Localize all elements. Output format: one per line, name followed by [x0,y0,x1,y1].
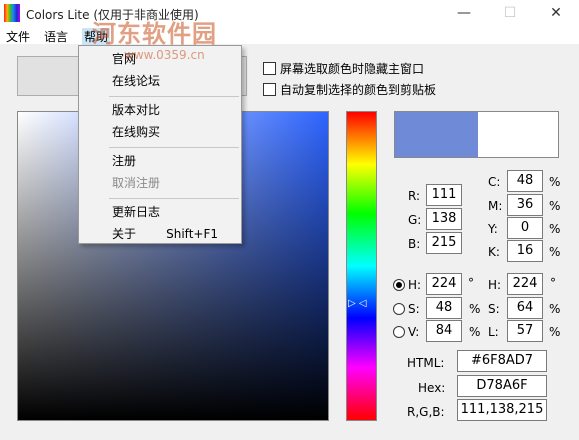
hex-label: Hex: [418,381,446,395]
hsv-s-unit: % [469,302,481,316]
menu-buy-online[interactable]: 在线购买 [80,121,240,143]
hsl-s-field[interactable]: 64 [507,297,543,319]
hue-slider-handle[interactable]: ▷ ◁ [348,298,367,309]
close-button[interactable]: ✕ [533,0,579,26]
c-field[interactable]: 48 [507,170,543,192]
menu-separator [109,198,239,199]
hex-field[interactable]: D78A6F [457,375,547,397]
current-color-swatch [395,112,478,157]
auto-copy-checkbox[interactable] [263,83,276,96]
hsv-v-field[interactable]: 84 [426,320,462,342]
menu-about[interactable]: 关于 Shift+F1 [80,223,240,245]
menu-help[interactable]: 帮助 [82,28,111,45]
menu-unregister: 取消注册 [112,176,161,190]
menu-language[interactable]: 语言 [44,28,68,45]
menu-file[interactable]: 文件 [6,28,30,45]
app-color-icon [4,4,20,22]
b-field[interactable]: 215 [426,232,462,254]
y-field[interactable]: 0 [507,217,543,239]
minimize-button[interactable]: — [441,0,487,26]
k-label: K: [488,245,500,259]
g-label: G: [408,213,422,227]
hsl-s-label: S: [488,302,500,316]
y-unit: % [549,222,561,236]
menu-register[interactable]: 注册 [80,150,240,172]
r-field[interactable]: 111 [426,184,462,206]
menu-about-shortcut: Shift+F1 [166,227,218,241]
m-label: M: [488,199,503,213]
html-field[interactable]: #6F8AD7 [457,350,547,372]
menu-bar: 文件 语言 帮助 [0,26,579,45]
color-preview [394,111,559,158]
hsl-l-unit: % [549,325,561,339]
k-field[interactable]: 16 [507,240,543,262]
hsv-s-radio[interactable] [393,303,405,315]
c-label: C: [488,175,501,189]
help-dropdown-menu: 官网 在线论坛 版本对比 在线购买 注册 取消注册 更新日志 关于 Shift+… [78,45,242,244]
hide-window-checkbox[interactable] [263,62,276,75]
hsv-s-field[interactable]: 48 [426,297,462,319]
hsl-h-label: H: [488,278,502,292]
y-label: Y: [488,222,498,236]
hsv-s-label: S: [408,302,420,316]
hide-window-option[interactable]: 屏幕选取颜色时隐藏主窗口 [263,60,424,78]
menu-version-compare[interactable]: 版本对比 [80,99,240,121]
m-field[interactable]: 36 [507,194,543,216]
hsv-v-radio[interactable] [393,326,405,338]
hsl-h-unit: ° [550,276,556,290]
b-label: B: [408,237,421,251]
rgb-code-label: R,G,B: [407,405,445,419]
hsv-h-unit: ° [468,276,474,290]
auto-copy-option[interactable]: 自动复制选择的颜色到剪贴板 [263,81,436,99]
title-bar: Colors Lite (仅用于非商业使用) — ☐ ✕ [0,0,579,26]
c-unit: % [549,175,561,189]
menu-official-site[interactable]: 官网 [80,48,240,70]
m-unit: % [549,199,561,213]
hide-window-label: 屏幕选取颜色时隐藏主窗口 [280,62,425,76]
hue-slider[interactable] [346,111,377,421]
hsl-l-field[interactable]: 57 [507,320,543,342]
rgb-code-field[interactable]: 111,138,215 [457,399,547,421]
menu-changelog[interactable]: 更新日志 [80,201,240,223]
hsv-h-label: H: [408,278,422,292]
hsv-h-radio[interactable] [393,279,405,291]
window-title: Colors Lite (仅用于非商业使用) [26,8,199,22]
auto-copy-label: 自动复制选择的颜色到剪贴板 [280,83,437,97]
hsl-h-field[interactable]: 224 [507,273,543,295]
hsv-v-label: V: [408,325,420,339]
menu-separator [109,147,239,148]
hsv-h-field[interactable]: 224 [426,273,462,295]
menu-about-label: 关于 [112,227,137,241]
maximize-button[interactable]: ☐ [487,0,533,26]
hsl-l-label: L: [488,325,499,339]
menu-forum[interactable]: 在线论坛 [80,70,240,92]
r-label: R: [408,189,421,203]
k-unit: % [549,245,561,259]
hsl-s-unit: % [549,302,561,316]
menu-separator [109,96,239,97]
hsv-v-unit: % [469,325,481,339]
html-label: HTML: [407,356,445,370]
g-field[interactable]: 138 [426,208,462,230]
